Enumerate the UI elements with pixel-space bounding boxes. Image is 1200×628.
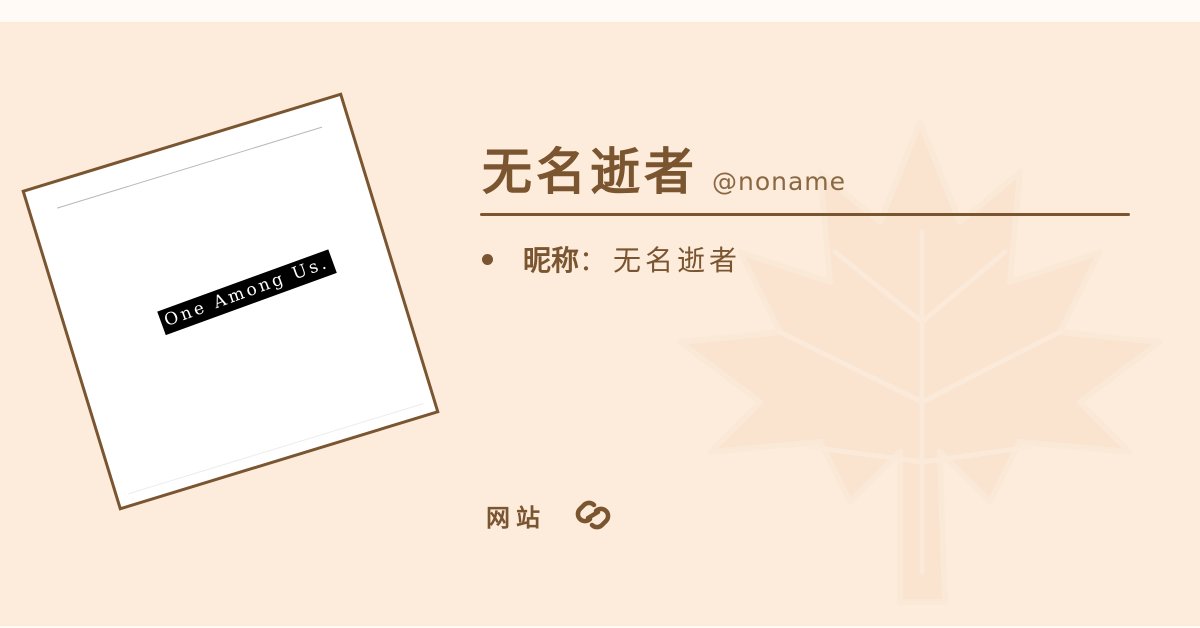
profile-card: One Among Us. 无名逝者 @noname 昵称 ： 无名逝者 网站: [0, 22, 1200, 628]
photo-top-rule: [56, 126, 323, 209]
info-separator: ：: [579, 244, 608, 277]
avatar-tagline: One Among Us.: [157, 249, 337, 336]
avatar-photo: One Among Us.: [21, 92, 440, 511]
name-header: 无名逝者 @noname: [482, 142, 846, 202]
profile-handle: @noname: [712, 167, 847, 196]
info-label: 昵称: [523, 244, 580, 277]
name-underline: [480, 213, 1130, 216]
link-icon[interactable]: [572, 494, 614, 536]
info-item-nickname: 昵称 ： 无名逝者: [480, 236, 741, 282]
links-row: 网站: [486, 494, 614, 536]
info-value: 无名逝者: [613, 244, 742, 277]
links-label: 网站: [486, 502, 546, 532]
top-strip: [0, 0, 1200, 22]
photo-bottom-rule: [127, 403, 424, 495]
profile-name: 无名逝者: [482, 142, 698, 201]
info-list: 昵称 ： 无名逝者: [480, 236, 741, 282]
bullet-icon: [482, 253, 493, 265]
